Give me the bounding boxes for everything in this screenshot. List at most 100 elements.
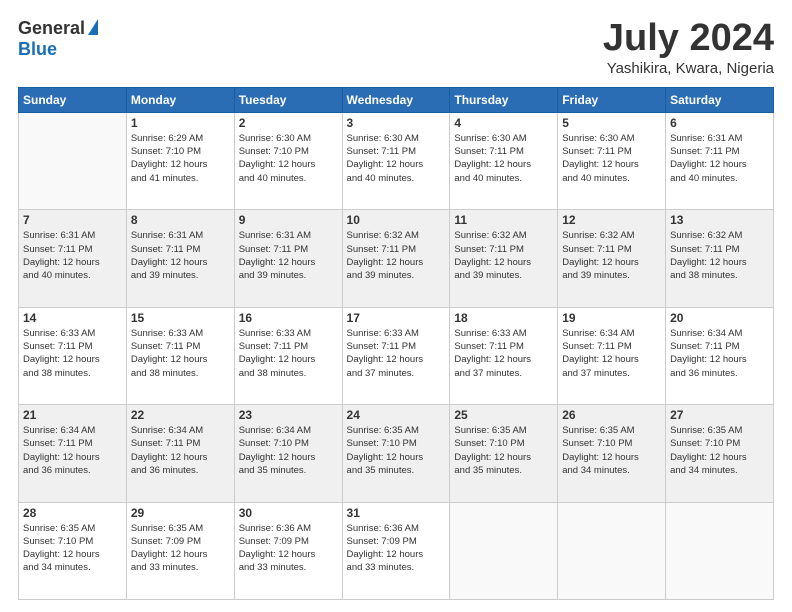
day-info: Sunrise: 6:34 AM Sunset: 7:11 PM Dayligh… (131, 424, 230, 477)
calendar-day-cell (558, 502, 666, 599)
day-info: Sunrise: 6:30 AM Sunset: 7:11 PM Dayligh… (347, 132, 446, 185)
calendar-day-cell: 10Sunrise: 6:32 AM Sunset: 7:11 PM Dayli… (342, 210, 450, 307)
calendar-day-cell: 12 Sunrise: 6:32 AM Sunset: 7:11 PM Dayli… (558, 210, 666, 307)
day-number: 25 (454, 408, 553, 422)
calendar-day-cell: 3 Sunrise: 6:30 AM Sunset: 7:11 PM Daylig… (342, 112, 450, 209)
calendar-day-cell: 16 Sunrise: 6:33 AM Sunset: 7:11 PM Dayli… (234, 307, 342, 404)
calendar-day-cell: 25Sunrise: 6:35 AM Sunset: 7:10 PM Dayli… (450, 405, 558, 502)
day-info: Sunrise: 6:35 AM Sunset: 7:10 PM Dayligh… (23, 522, 122, 575)
day-info: Sunrise: 6:32 AM Sunset: 7:11 PM Dayligh… (562, 229, 661, 282)
calendar-day-cell: 7 Sunrise: 6:31 AM Sunset: 7:11 PM Daylig… (19, 210, 127, 307)
day-number: 7 (23, 213, 122, 227)
day-number: 18 (454, 311, 553, 325)
logo: General Blue (18, 18, 98, 60)
calendar-day-cell: 15 Sunrise: 6:33 AM Sunset: 7:11 PM Dayli… (126, 307, 234, 404)
day-number: 21 (23, 408, 122, 422)
day-number: 3 (347, 116, 446, 130)
day-info: Sunrise: 6:33 AM Sunset: 7:11 PM Dayligh… (131, 327, 230, 380)
logo-triangle-icon (88, 19, 98, 35)
day-info: Sunrise: 6:35 AM Sunset: 7:10 PM Dayligh… (562, 424, 661, 477)
day-number: 29 (131, 506, 230, 520)
day-info: Sunrise: 6:30 AM Sunset: 7:10 PM Dayligh… (239, 132, 338, 185)
calendar-day-cell: 24 Sunrise: 6:35 AM Sunset: 7:10 PM Dayli… (342, 405, 450, 502)
calendar-day-cell: 31 Sunrise: 6:36 AM Sunset: 7:09 PM Dayli… (342, 502, 450, 599)
day-info: Sunrise: 6:34 AM Sunset: 7:11 PM Dayligh… (562, 327, 661, 380)
calendar-day-cell: 6Sunrise: 6:31 AM Sunset: 7:11 PM Daylig… (666, 112, 774, 209)
calendar-day-cell (450, 502, 558, 599)
logo-text: General (18, 18, 98, 39)
month-title: July 2024 (603, 18, 774, 60)
calendar-week-row: 14 Sunrise: 6:33 AM Sunset: 7:11 PM Dayli… (19, 307, 774, 404)
day-info: Sunrise: 6:36 AM Sunset: 7:09 PM Dayligh… (347, 522, 446, 575)
day-number: 11 (454, 213, 553, 227)
page: General Blue July 2024 Yashikira, Kwara,… (0, 0, 792, 612)
day-of-week-header: Wednesday (342, 87, 450, 112)
day-number: 8 (131, 213, 230, 227)
calendar-day-cell: 11 Sunrise: 6:32 AM Sunset: 7:11 PM Dayli… (450, 210, 558, 307)
day-number: 12 (562, 213, 661, 227)
logo-blue: Blue (18, 39, 57, 60)
day-number: 15 (131, 311, 230, 325)
calendar-day-cell: 5Sunrise: 6:30 AM Sunset: 7:11 PM Daylig… (558, 112, 666, 209)
day-number: 24 (347, 408, 446, 422)
day-number: 19 (562, 311, 661, 325)
day-info: Sunrise: 6:29 AM Sunset: 7:10 PM Dayligh… (131, 132, 230, 185)
day-number: 30 (239, 506, 338, 520)
day-number: 9 (239, 213, 338, 227)
day-of-week-header: Sunday (19, 87, 127, 112)
calendar-day-cell: 2Sunrise: 6:30 AM Sunset: 7:10 PM Daylig… (234, 112, 342, 209)
calendar-day-cell: 21 Sunrise: 6:34 AM Sunset: 7:11 PM Dayli… (19, 405, 127, 502)
day-number: 31 (347, 506, 446, 520)
day-info: Sunrise: 6:31 AM Sunset: 7:11 PM Dayligh… (239, 229, 338, 282)
day-number: 23 (239, 408, 338, 422)
header: General Blue July 2024 Yashikira, Kwara,… (18, 18, 774, 77)
day-info: Sunrise: 6:30 AM Sunset: 7:11 PM Dayligh… (454, 132, 553, 185)
calendar-day-cell: 19 Sunrise: 6:34 AM Sunset: 7:11 PM Dayli… (558, 307, 666, 404)
calendar-day-cell: 14 Sunrise: 6:33 AM Sunset: 7:11 PM Dayli… (19, 307, 127, 404)
calendar-day-cell: 1 Sunrise: 6:29 AM Sunset: 7:10 PM Daylig… (126, 112, 234, 209)
day-info: Sunrise: 6:33 AM Sunset: 7:11 PM Dayligh… (239, 327, 338, 380)
day-of-week-header: Saturday (666, 87, 774, 112)
calendar-day-cell: 8Sunrise: 6:31 AM Sunset: 7:11 PM Daylig… (126, 210, 234, 307)
day-number: 16 (239, 311, 338, 325)
day-info: Sunrise: 6:30 AM Sunset: 7:11 PM Dayligh… (562, 132, 661, 185)
calendar-day-cell: 22 Sunrise: 6:34 AM Sunset: 7:11 PM Dayli… (126, 405, 234, 502)
calendar-day-cell (666, 502, 774, 599)
day-info: Sunrise: 6:34 AM Sunset: 7:11 PM Dayligh… (23, 424, 122, 477)
calendar-week-row: 21 Sunrise: 6:34 AM Sunset: 7:11 PM Dayli… (19, 405, 774, 502)
day-number: 28 (23, 506, 122, 520)
day-info: Sunrise: 6:34 AM Sunset: 7:10 PM Dayligh… (239, 424, 338, 477)
day-number: 14 (23, 311, 122, 325)
calendar-day-cell: 26 Sunrise: 6:35 AM Sunset: 7:10 PM Dayli… (558, 405, 666, 502)
calendar-day-cell: 13 Sunrise: 6:32 AM Sunset: 7:11 PM Dayli… (666, 210, 774, 307)
day-of-week-header: Friday (558, 87, 666, 112)
day-number: 22 (131, 408, 230, 422)
calendar-day-cell: 4 Sunrise: 6:30 AM Sunset: 7:11 PM Daylig… (450, 112, 558, 209)
day-number: 20 (670, 311, 769, 325)
calendar-week-row: 1 Sunrise: 6:29 AM Sunset: 7:10 PM Daylig… (19, 112, 774, 209)
day-number: 27 (670, 408, 769, 422)
day-info: Sunrise: 6:35 AM Sunset: 7:10 PM Dayligh… (670, 424, 769, 477)
day-number: 1 (131, 116, 230, 130)
calendar-day-cell: 27 Sunrise: 6:35 AM Sunset: 7:10 PM Dayli… (666, 405, 774, 502)
day-info: Sunrise: 6:33 AM Sunset: 7:11 PM Dayligh… (347, 327, 446, 380)
day-info: Sunrise: 6:35 AM Sunset: 7:10 PM Dayligh… (347, 424, 446, 477)
location: Yashikira, Kwara, Nigeria (603, 60, 774, 77)
calendar-day-cell: 17Sunrise: 6:33 AM Sunset: 7:11 PM Dayli… (342, 307, 450, 404)
day-number: 26 (562, 408, 661, 422)
calendar-day-cell: 29Sunrise: 6:35 AM Sunset: 7:09 PM Dayli… (126, 502, 234, 599)
day-info: Sunrise: 6:31 AM Sunset: 7:11 PM Dayligh… (23, 229, 122, 282)
day-number: 10 (347, 213, 446, 227)
day-info: Sunrise: 6:32 AM Sunset: 7:11 PM Dayligh… (670, 229, 769, 282)
day-info: Sunrise: 6:36 AM Sunset: 7:09 PM Dayligh… (239, 522, 338, 575)
calendar-day-cell: 23 Sunrise: 6:34 AM Sunset: 7:10 PM Dayli… (234, 405, 342, 502)
header-right: July 2024 Yashikira, Kwara, Nigeria (603, 18, 774, 77)
calendar: SundayMondayTuesdayWednesdayThursdayFrid… (18, 87, 774, 600)
day-number: 4 (454, 116, 553, 130)
day-number: 13 (670, 213, 769, 227)
day-number: 6 (670, 116, 769, 130)
day-info: Sunrise: 6:33 AM Sunset: 7:11 PM Dayligh… (454, 327, 553, 380)
day-info: Sunrise: 6:32 AM Sunset: 7:11 PM Dayligh… (454, 229, 553, 282)
day-of-week-header: Tuesday (234, 87, 342, 112)
day-info: Sunrise: 6:33 AM Sunset: 7:11 PM Dayligh… (23, 327, 122, 380)
